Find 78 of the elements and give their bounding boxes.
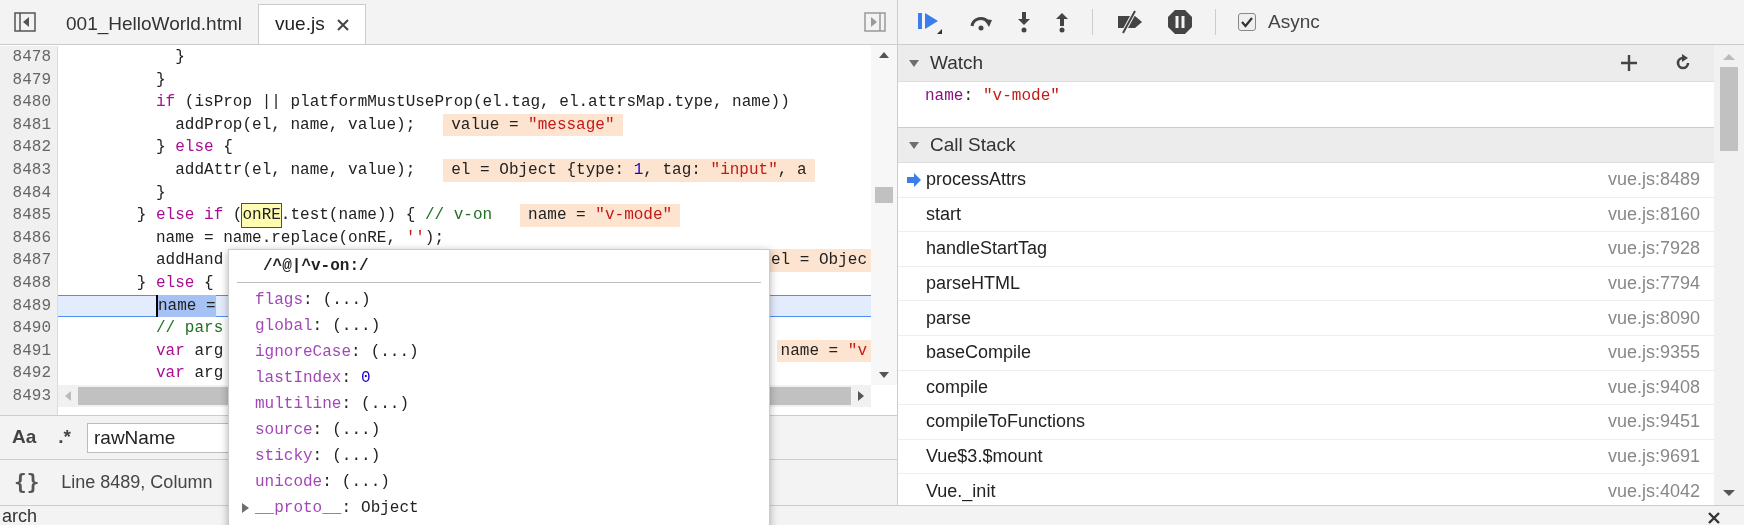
code-token: onRE <box>242 204 281 227</box>
line-number: 8484 <box>11 182 52 204</box>
code-token: var <box>156 340 185 362</box>
line-number: 8493 <box>11 385 52 407</box>
inline-value: el = Objec <box>767 249 871 272</box>
code-token: } <box>156 137 167 159</box>
code-token: } <box>136 205 148 227</box>
property-name: flags <box>255 290 303 311</box>
code-token: var <box>156 363 185 385</box>
code-token: } <box>156 69 166 91</box>
line-number: 8487 <box>11 250 52 272</box>
property-value: Object <box>361 498 419 519</box>
separator: : <box>322 472 332 493</box>
property-name: multiline <box>255 394 342 415</box>
code-token: else <box>156 272 195 294</box>
code-token: else <box>175 137 214 159</box>
line-number: 8483 <box>11 159 52 181</box>
code-token: // pars <box>156 318 224 340</box>
property-name: global <box>255 316 313 337</box>
line-number: 8490 <box>11 318 52 340</box>
code-token: { <box>223 137 233 159</box>
code-token: (isProp || platformMustUseProp(el.tag, el.attrsMap.type, name)) <box>184 92 790 114</box>
line-number: 8482 <box>11 137 52 159</box>
line-number: 8486 <box>11 227 52 249</box>
code-token: arg <box>194 363 224 385</box>
code-token: else if <box>156 205 224 227</box>
code-token: name = name.replace(onRE, <box>156 227 398 249</box>
code-token: } <box>156 182 166 204</box>
line-number: 8481 <box>11 114 52 136</box>
code-token: { <box>204 272 214 294</box>
line-number: 8488 <box>11 272 52 294</box>
code-token: name = <box>156 294 216 318</box>
line-number: 8480 <box>11 92 52 114</box>
code-token: } <box>136 272 148 294</box>
inline-value: name = "v <box>776 339 871 363</box>
code-token: addAttr(el, name, value); <box>175 159 416 181</box>
line-number: 8478 <box>11 47 52 68</box>
section-title: Watch <box>930 50 984 75</box>
code-token: addProp(el, name, value); <box>175 114 416 136</box>
code-token: .test(name)) { <box>280 205 417 227</box>
property-value: 0 <box>361 368 371 389</box>
separator: : <box>312 316 323 337</box>
separator: : <box>341 368 352 389</box>
property-name: ignoreCase <box>255 342 351 363</box>
cursor-position: Line 8489, Column <box>61 471 213 494</box>
code-token: ); <box>424 227 445 249</box>
separator: : <box>341 394 352 415</box>
line-number: 8492 <box>11 363 52 385</box>
watch-value: "v-mode" <box>983 86 1060 107</box>
inline-value: el = Object {type: 1, tag: "input", a <box>443 158 815 182</box>
property-name: source <box>255 420 313 441</box>
separator: : <box>341 498 352 519</box>
code-token: ( <box>232 205 243 227</box>
property-name: sticky <box>255 446 313 467</box>
inline-value: value = "message" <box>443 113 623 137</box>
code-token: // v-on <box>424 205 493 227</box>
section-title: Call Stack <box>930 132 1016 157</box>
code-token: addHand <box>156 250 224 272</box>
separator: : <box>312 420 323 441</box>
property-name: lastIndex <box>255 368 342 389</box>
inline-value: name = "v-mode" <box>520 204 681 227</box>
async-label: Async <box>1268 9 1320 34</box>
line-number: 8491 <box>11 340 52 362</box>
code-token: arg <box>194 340 224 362</box>
code-token: } <box>175 47 185 68</box>
line-number: 8489 <box>11 295 52 317</box>
line-number: 8479 <box>11 69 52 91</box>
separator: : <box>312 446 323 467</box>
separator: : <box>303 290 313 311</box>
separator: : <box>963 86 973 107</box>
line-number: 8485 <box>11 205 52 227</box>
popover-title: /^@|^v-on:/ <box>263 256 369 277</box>
property-name: unicode <box>255 472 323 493</box>
separator: : <box>351 342 361 363</box>
property-name: __proto__ <box>255 498 342 519</box>
code-token: '' <box>405 227 425 249</box>
watch-expression: name <box>925 86 964 107</box>
code-token: if <box>156 92 176 114</box>
